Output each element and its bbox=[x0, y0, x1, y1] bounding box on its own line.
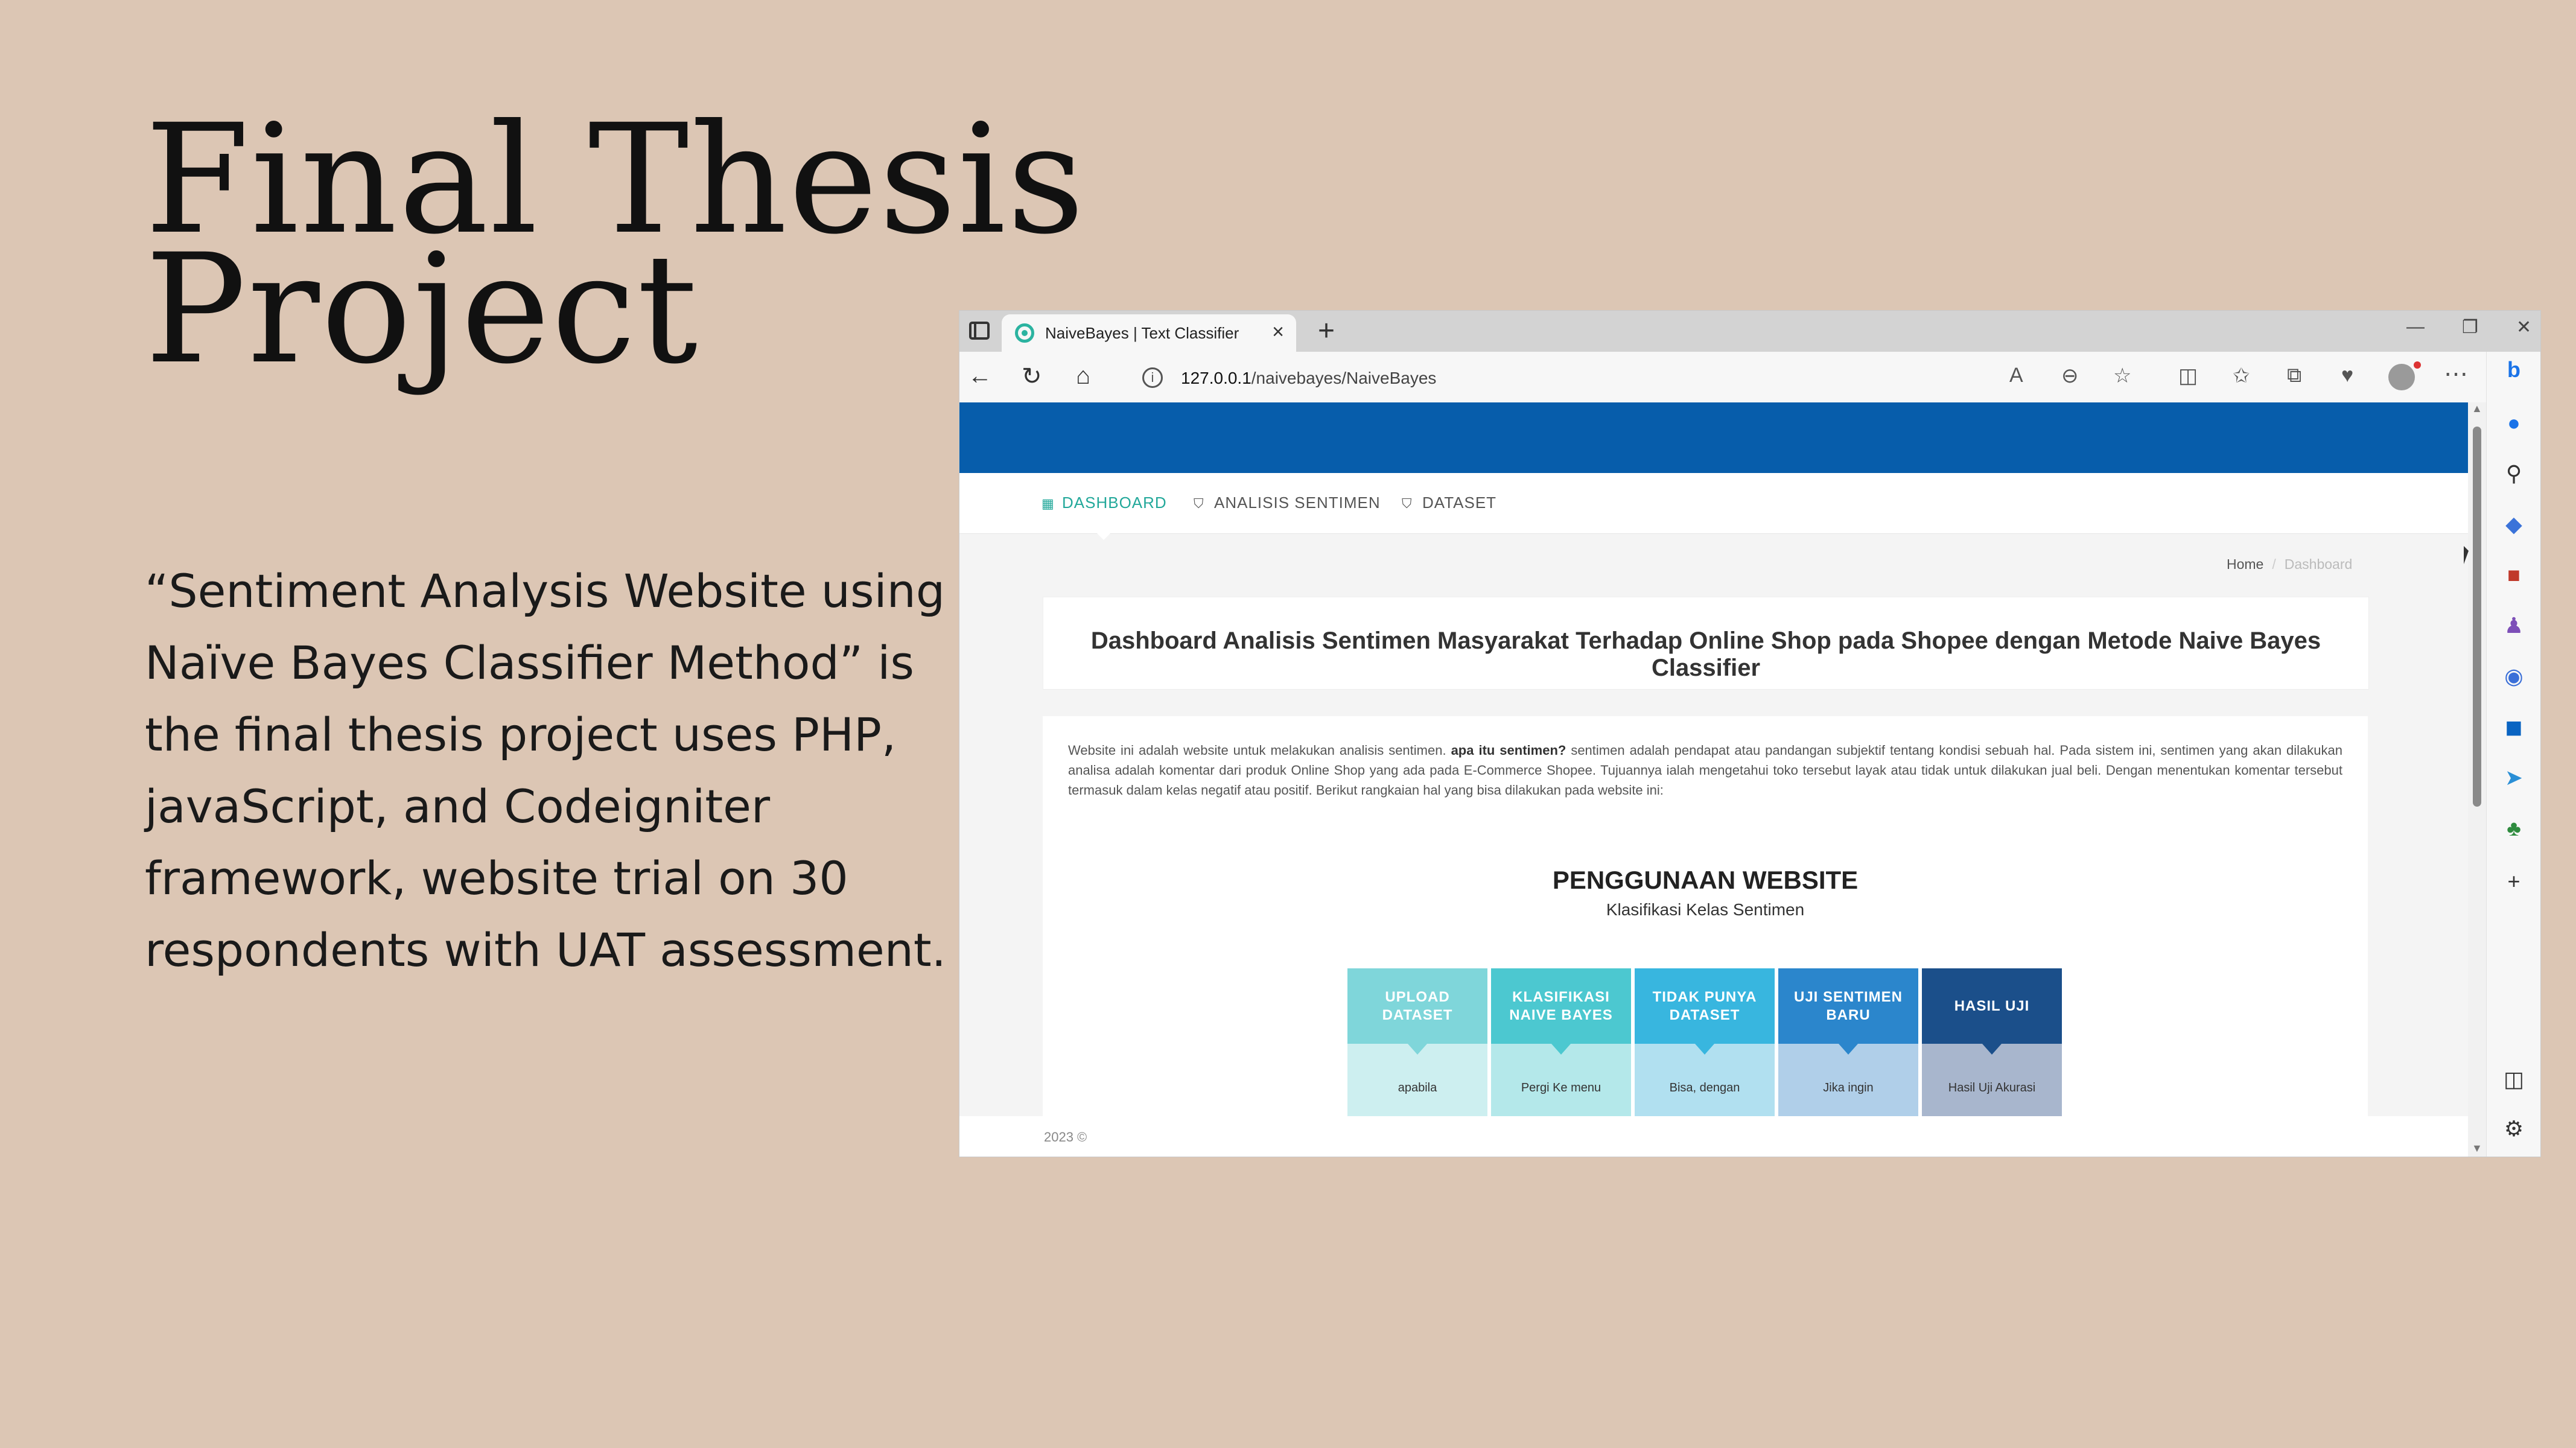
address-bar: ← ↻ ⌂ i 127.0.0.1/naivebayes/NaiveBayes … bbox=[959, 352, 2540, 403]
content-card: Website ini adalah website untuk melakuk… bbox=[1043, 716, 2368, 1157]
step-arrow-icon bbox=[1982, 1044, 2002, 1055]
favicon-icon bbox=[1015, 323, 1034, 343]
slide-title: Final Thesis Project bbox=[145, 92, 1086, 397]
tab-actions-icon[interactable] bbox=[969, 322, 990, 340]
step-arrow-icon bbox=[1551, 1044, 1571, 1055]
site-header bbox=[959, 402, 2468, 473]
games-icon[interactable]: ♟ bbox=[2502, 614, 2526, 638]
step-title: UJI SENTIMEN BARU bbox=[1778, 968, 1918, 1055]
breadcrumb-separator: / bbox=[2272, 556, 2276, 572]
url-field[interactable]: i 127.0.0.1/naivebayes/NaiveBayes bbox=[1125, 358, 2031, 396]
usage-subtitle: Klasifikasi Kelas Sentimen bbox=[1606, 900, 1805, 919]
new-tab-icon[interactable]: + bbox=[1318, 314, 1335, 348]
tools-briefcase-icon[interactable]: ■ bbox=[2502, 563, 2526, 587]
step-hasil-uji: HASIL UJI Hasil Uji Akurasi bbox=[1922, 968, 2062, 1137]
collections-icon[interactable]: ⧉ bbox=[2287, 364, 2301, 387]
intro-text: Website ini adalah website untuk melakuk… bbox=[1068, 743, 2342, 798]
nav-dashboard[interactable]: ▦ DASHBOARD bbox=[1042, 494, 1167, 512]
scrollbar[interactable]: ▲ ▼ bbox=[2468, 402, 2486, 1157]
page-viewport: ▦ DASHBOARD ⛉ ANALISIS SENTIMEN ⛉ DATASET H… bbox=[959, 402, 2468, 1157]
favorite-star-icon[interactable]: ☆ bbox=[2113, 364, 2131, 388]
step-title: UPLOAD DATASET bbox=[1347, 968, 1487, 1055]
back-icon[interactable]: ← bbox=[968, 363, 992, 390]
page-heading: Dashboard Analisis Sentimen Masyarakat T… bbox=[1090, 627, 2321, 681]
scroll-down-icon[interactable]: ▼ bbox=[2472, 1142, 2482, 1155]
notification-dot bbox=[2414, 361, 2421, 369]
bing-copilot-icon[interactable]: b bbox=[2502, 358, 2526, 382]
heading-card: Dashboard Analisis Sentimen Masyarakat T… bbox=[1043, 597, 2369, 690]
mouse-cursor bbox=[2464, 546, 2469, 564]
close-window-icon[interactable]: ✕ bbox=[2516, 317, 2531, 338]
step-klasifikasi-naive-bayes: KLASIFIKASI NAIVE BAYES Pergi Ke menu bbox=[1491, 968, 1631, 1137]
scroll-thumb[interactable] bbox=[2473, 427, 2481, 807]
edge-sidebar: b ● ⚲ ◆ ■ ♟ ◉ ◼ ➤ ♣ + ◫ ⚙ bbox=[2486, 352, 2540, 1157]
send-icon[interactable]: ➤ bbox=[2502, 766, 2526, 790]
tree-icon[interactable]: ♣ bbox=[2502, 816, 2526, 840]
step-arrow-icon bbox=[1839, 1044, 1858, 1055]
sidebar-layout-icon[interactable]: ◫ bbox=[2502, 1067, 2526, 1091]
microsoft-365-icon[interactable]: ◉ bbox=[2502, 664, 2526, 688]
step-tidak-punya-dataset: TIDAK PUNYA DATASET Bisa, dengan bbox=[1635, 968, 1775, 1137]
shopping-tag-icon[interactable]: ◆ bbox=[2502, 512, 2526, 536]
breadcrumb-current: Dashboard bbox=[2284, 556, 2353, 572]
browser-window: NaiveBayes | Text Classifier × + — ❐ ✕ ←… bbox=[959, 311, 2540, 1157]
close-tab-icon[interactable]: × bbox=[1272, 320, 1284, 344]
minimize-icon[interactable]: — bbox=[2406, 317, 2425, 337]
footer-text: 2023 © bbox=[1044, 1129, 1087, 1145]
scroll-up-icon[interactable]: ▲ bbox=[2472, 402, 2482, 415]
refresh-icon[interactable]: ↻ bbox=[1022, 363, 1042, 390]
add-icon[interactable]: + bbox=[2502, 869, 2526, 894]
bell-icon[interactable]: ● bbox=[2502, 411, 2526, 435]
step-title: HASIL UJI bbox=[1922, 968, 2062, 1055]
step-title: TIDAK PUNYA DATASET bbox=[1635, 968, 1775, 1055]
step-upload-dataset: UPLOAD DATASET apabila bbox=[1347, 968, 1487, 1137]
settings-gear-icon[interactable]: ⚙ bbox=[2502, 1117, 2526, 1141]
nav-active-pointer bbox=[1095, 532, 1112, 540]
split-screen-icon[interactable]: ◫ bbox=[2178, 364, 2198, 388]
breadcrumb: Home / Dashboard bbox=[2227, 556, 2352, 573]
browser-tab[interactable]: NaiveBayes | Text Classifier × bbox=[1002, 314, 1296, 352]
tab-bar: NaiveBayes | Text Classifier × + — ❐ ✕ bbox=[959, 311, 2540, 352]
breadcrumb-home[interactable]: Home bbox=[2227, 556, 2263, 572]
info-icon[interactable]: i bbox=[1142, 367, 1163, 388]
shield-icon: ⛉ bbox=[1402, 496, 1413, 511]
home-icon[interactable]: ⌂ bbox=[1076, 363, 1090, 390]
step-arrow-icon bbox=[1408, 1044, 1427, 1055]
url-text: 127.0.0.1/naivebayes/NaiveBayes bbox=[1181, 369, 1437, 387]
read-aloud-icon[interactable]: A bbox=[2009, 364, 2023, 387]
browser-essentials-icon[interactable]: ♥ bbox=[2341, 364, 2353, 387]
step-title: KLASIFIKASI NAIVE BAYES bbox=[1491, 968, 1631, 1055]
shield-icon: ⛉ bbox=[1194, 496, 1204, 511]
site-nav: ▦ DASHBOARD ⛉ ANALISIS SENTIMEN ⛉ DATASET bbox=[959, 473, 2468, 534]
zoom-out-icon[interactable]: ⊖ bbox=[2061, 364, 2079, 388]
nav-dataset[interactable]: ⛉ DATASET bbox=[1402, 494, 1496, 512]
site-footer: 2023 © bbox=[959, 1116, 2468, 1157]
dashboard-icon: ▦ bbox=[1042, 496, 1055, 511]
more-options-icon[interactable]: ⋯ bbox=[2444, 360, 2468, 388]
favorites-icon[interactable]: ✩ bbox=[2233, 364, 2250, 388]
search-icon[interactable]: ⚲ bbox=[2502, 462, 2526, 486]
outlook-icon[interactable]: ◼ bbox=[2502, 715, 2526, 739]
tab-title: NaiveBayes | Text Classifier bbox=[1045, 324, 1239, 342]
slide-description: “Sentiment Analysis Website using Naïve … bbox=[145, 564, 946, 977]
profile-avatar-icon[interactable] bbox=[2388, 364, 2415, 390]
restore-icon[interactable]: ❐ bbox=[2462, 317, 2478, 338]
nav-analisis-sentimen[interactable]: ⛉ ANALISIS SENTIMEN bbox=[1194, 494, 1381, 512]
step-arrow-icon bbox=[1695, 1044, 1714, 1055]
usage-title: PENGGUNAAN WEBSITE bbox=[1552, 866, 1859, 894]
step-uji-sentimen-baru: UJI SENTIMEN BARU Jika ingin bbox=[1778, 968, 1918, 1137]
